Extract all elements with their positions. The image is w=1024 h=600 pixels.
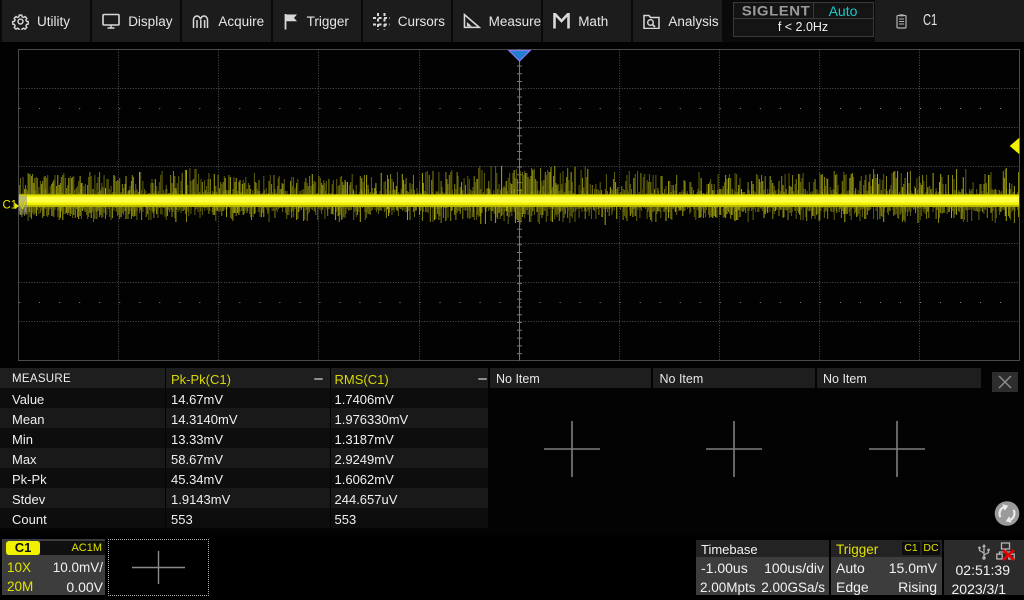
svg-text:V: V — [19, 200, 27, 212]
